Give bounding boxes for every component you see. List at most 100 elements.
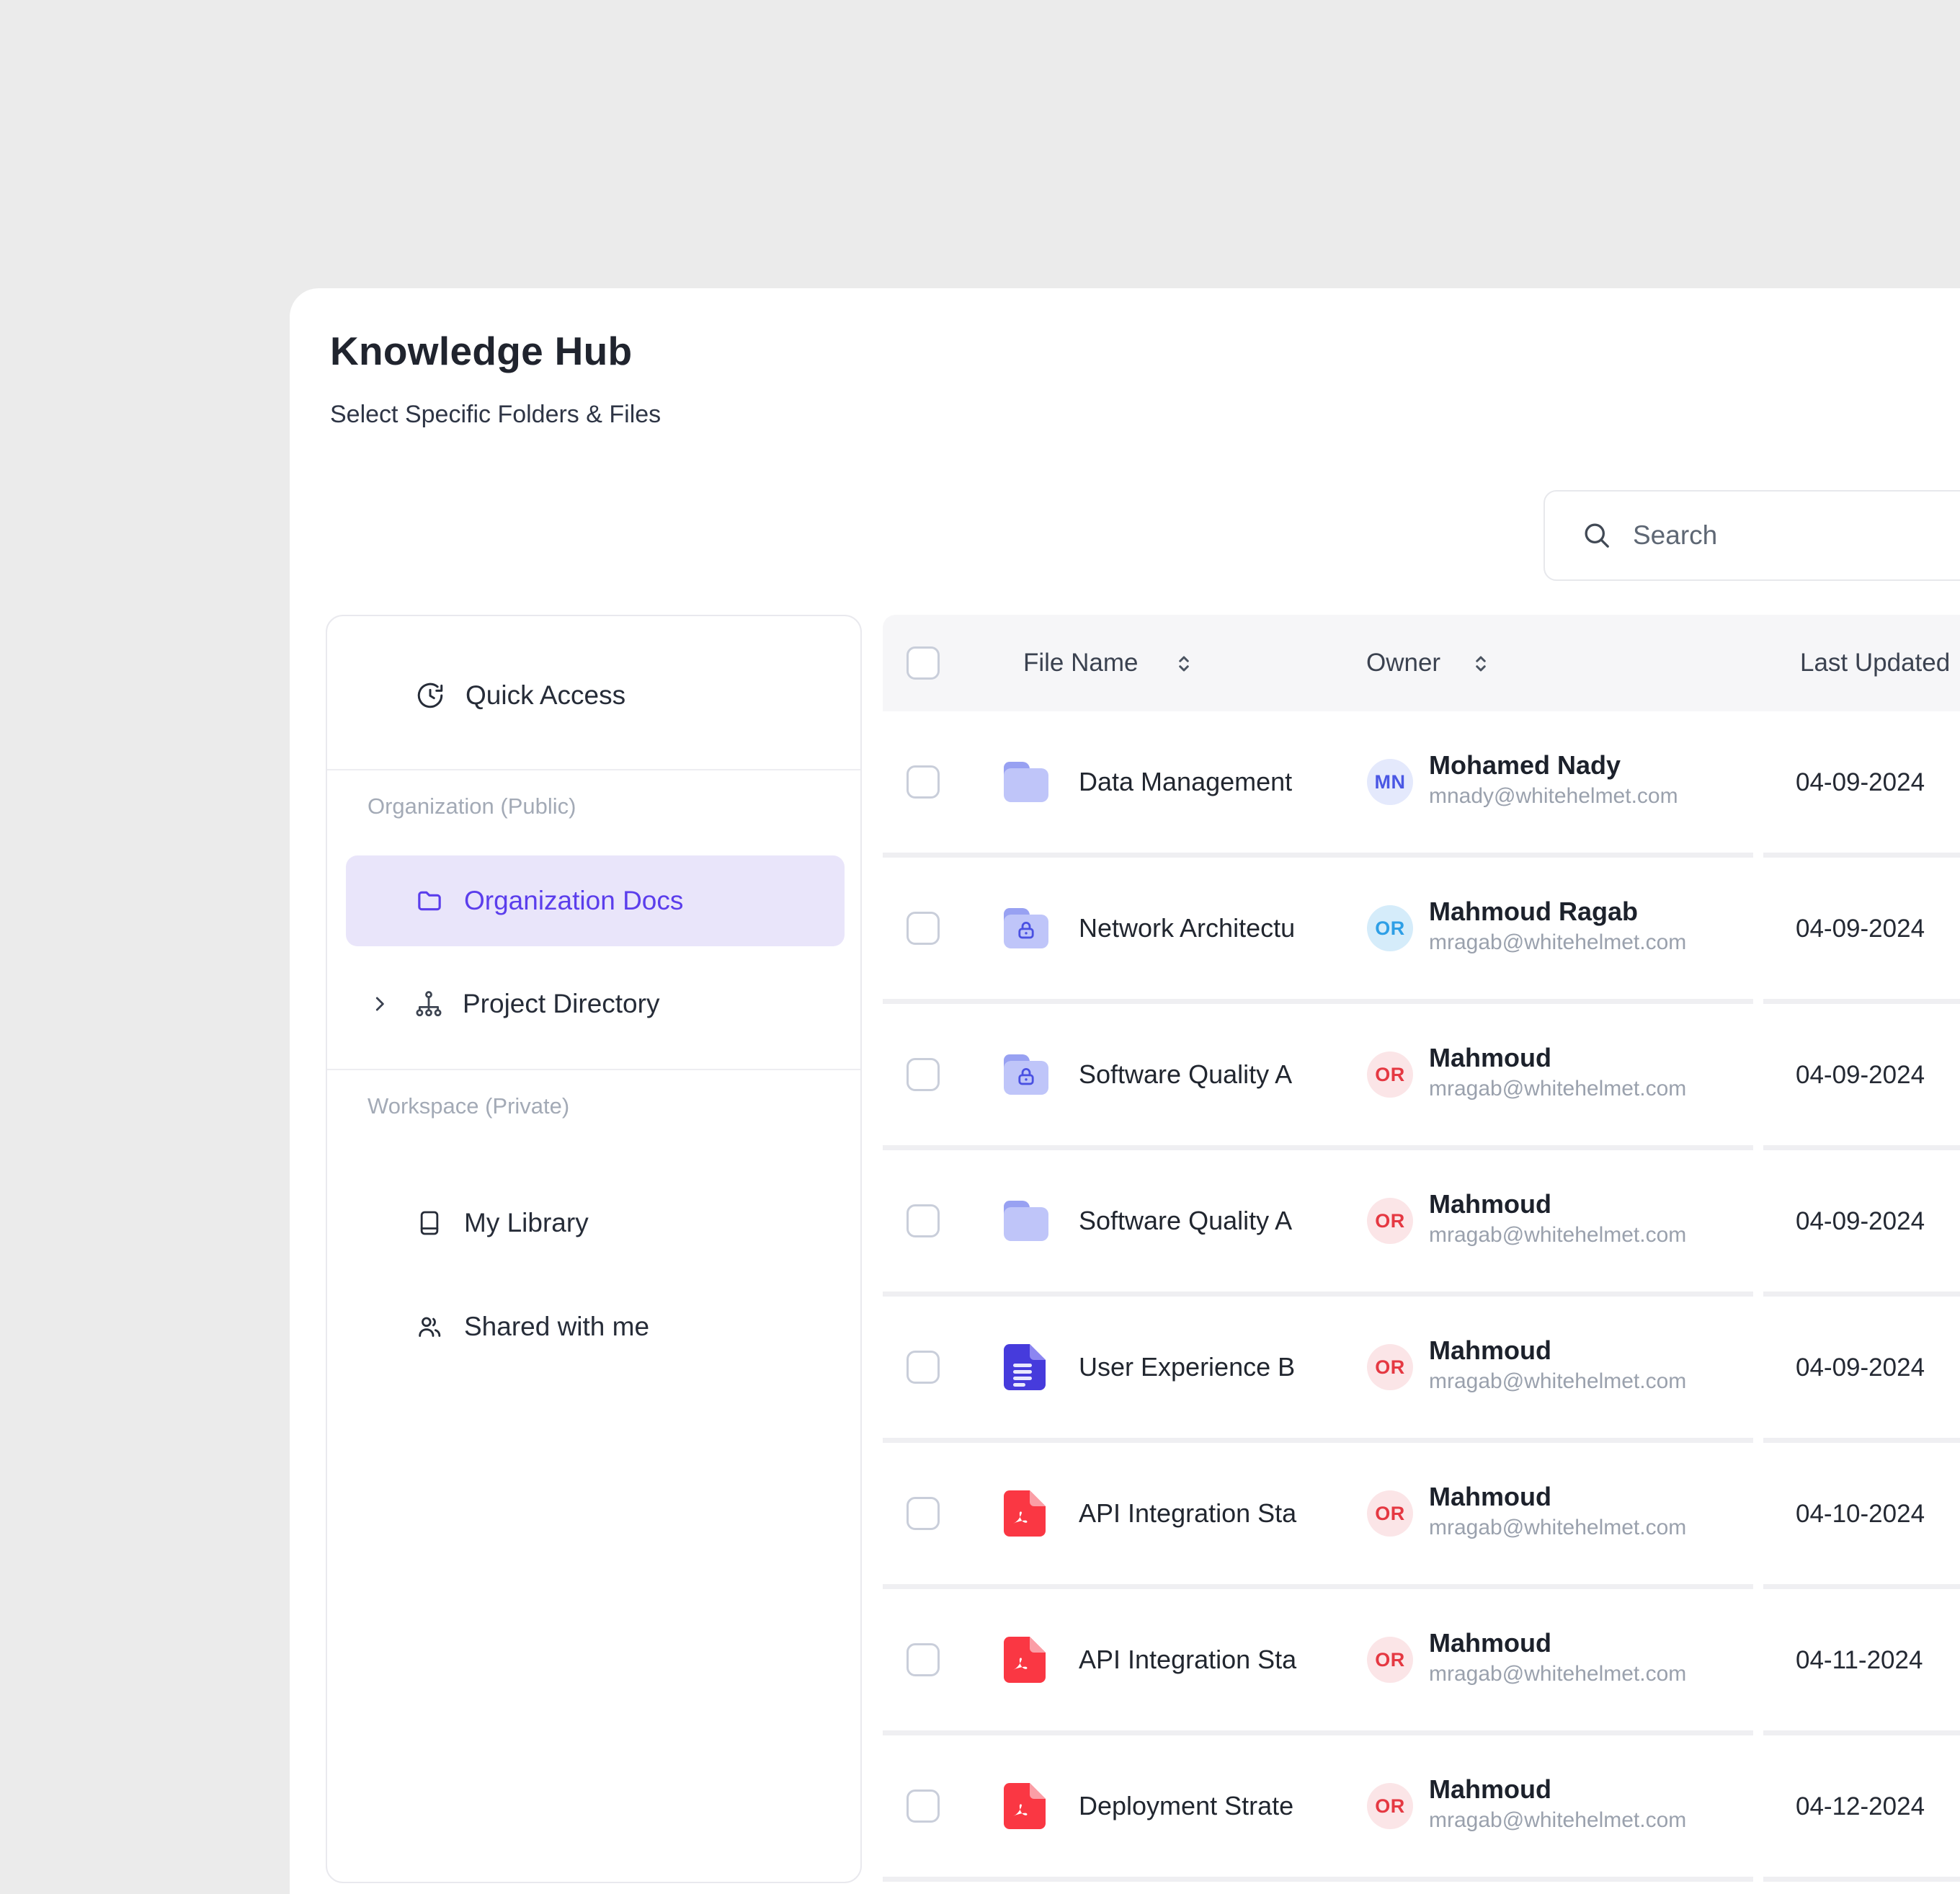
table-row[interactable]: 04-10-2024	[1763, 1443, 1960, 1589]
table-row[interactable]: Network Architectu OR Mahmoud Ragab mrag…	[883, 858, 1753, 1004]
chevron-right-icon[interactable]	[369, 993, 391, 1015]
owner-email: mragab@whitehelmet.com	[1429, 1806, 1686, 1835]
row-checkbox[interactable]	[906, 1643, 940, 1676]
knowledge-hub-screen: Knowledge Hub Select Specific Folders & …	[0, 0, 1960, 1894]
sidebar-item-organization-docs[interactable]: Organization Docs	[346, 855, 845, 946]
table-row[interactable]: API Integration Sta OR Mahmoud mragab@wh…	[883, 1589, 1753, 1735]
row-checkbox[interactable]	[906, 765, 940, 799]
owner-email: mragab@whitehelmet.com	[1429, 928, 1686, 957]
owner-name: Mahmoud Ragab	[1429, 895, 1686, 928]
sidebar-item-label: Quick Access	[466, 680, 625, 711]
search-box[interactable]	[1544, 490, 1960, 581]
avatar: OR	[1367, 1052, 1413, 1098]
table-row[interactable]: 04-09-2024	[1763, 711, 1960, 858]
file-name: API Integration Sta	[1079, 1644, 1361, 1676]
table-row[interactable]: User Experience B OR Mahmoud mragab@whit…	[883, 1297, 1753, 1443]
folder-icon	[1004, 762, 1048, 802]
pdf-file-icon	[1004, 1783, 1046, 1829]
file-name: Network Architectu	[1079, 912, 1361, 944]
pdf-file-icon	[1004, 1637, 1046, 1683]
doc-file-icon	[1004, 1344, 1046, 1390]
row-checkbox[interactable]	[906, 1351, 940, 1384]
file-name: Software Quality A	[1079, 1059, 1361, 1090]
table-row[interactable]: Deployment Strate OR Mahmoud mragab@whit…	[883, 1735, 1753, 1882]
avatar: OR	[1367, 1637, 1413, 1683]
owner-email: mragab@whitehelmet.com	[1429, 1513, 1686, 1542]
owner-email: mragab@whitehelmet.com	[1429, 1367, 1686, 1396]
owner-cell: Mahmoud mragab@whitehelmet.com	[1429, 1480, 1686, 1542]
avatar: OR	[1367, 905, 1413, 951]
avatar: OR	[1367, 1198, 1413, 1244]
avatar: MN	[1367, 759, 1413, 805]
last-updated: 04-09-2024	[1796, 768, 1925, 798]
folder-icon	[1004, 1201, 1048, 1241]
search-input[interactable]	[1631, 520, 1937, 551]
owner-name: Mahmoud	[1429, 1627, 1686, 1660]
page-subtitle: Select Specific Folders & Files	[330, 401, 661, 429]
column-header-owner[interactable]: Owner	[1366, 648, 1440, 678]
owner-cell: Mohamed Nady mnady@whitehelmet.com	[1429, 749, 1678, 811]
sidebar-item-shared-with-me[interactable]: Shared with me	[327, 1289, 860, 1364]
last-updated: 04-09-2024	[1796, 914, 1925, 944]
owner-cell: Mahmoud mragab@whitehelmet.com	[1429, 1041, 1686, 1103]
last-updated: 04-10-2024	[1796, 1499, 1925, 1529]
row-checkbox[interactable]	[906, 1497, 940, 1530]
column-header-file-name[interactable]: File Name	[1023, 648, 1138, 678]
table-row[interactable]: Software Quality A OR Mahmoud mragab@whi…	[883, 1150, 1753, 1297]
owner-cell: Mahmoud mragab@whitehelmet.com	[1429, 1334, 1686, 1396]
row-checkbox[interactable]	[906, 1204, 940, 1237]
table-row[interactable]: 04-09-2024	[1763, 1150, 1960, 1297]
table-row[interactable]: Software Quality A OR Mahmoud mragab@whi…	[883, 1004, 1753, 1150]
last-updated: 04-12-2024	[1796, 1792, 1925, 1822]
file-name: Deployment Strate	[1079, 1790, 1361, 1822]
file-name: Software Quality A	[1079, 1205, 1361, 1237]
last-updated: 04-09-2024	[1796, 1060, 1925, 1090]
sidebar-item-my-library[interactable]: My Library	[327, 1186, 860, 1261]
sidebar-item-quick-access[interactable]: Quick Access	[327, 658, 860, 733]
avatar: OR	[1367, 1783, 1413, 1829]
last-updated: 04-09-2024	[1796, 1353, 1925, 1383]
owner-email: mnady@whitehelmet.com	[1429, 782, 1678, 811]
table-row[interactable]: Data Management MN Mohamed Nady mnady@wh…	[883, 711, 1753, 858]
owner-email: mragab@whitehelmet.com	[1429, 1075, 1686, 1103]
search-icon	[1581, 520, 1613, 551]
owner-cell: Mahmoud mragab@whitehelmet.com	[1429, 1773, 1686, 1835]
table-body: Data Management MN Mohamed Nady mnady@wh…	[883, 711, 1753, 1882]
hierarchy-icon	[414, 989, 444, 1019]
folder-outline-icon	[415, 886, 444, 915]
table-row[interactable]: API Integration Sta OR Mahmoud mragab@wh…	[883, 1443, 1753, 1589]
sidebar-item-project-directory[interactable]: Project Directory	[327, 966, 860, 1041]
sidebar-item-label: Shared with me	[464, 1312, 649, 1342]
owner-cell: Mahmoud mragab@whitehelmet.com	[1429, 1627, 1686, 1689]
table-row[interactable]: 04-11-2024	[1763, 1589, 1960, 1735]
row-checkbox[interactable]	[906, 1789, 940, 1823]
avatar: OR	[1367, 1490, 1413, 1537]
file-name: User Experience B	[1079, 1351, 1361, 1383]
select-all-checkbox[interactable]	[906, 646, 940, 680]
row-checkbox[interactable]	[906, 912, 940, 945]
owner-cell: Mahmoud mragab@whitehelmet.com	[1429, 1188, 1686, 1250]
file-name: Data Management	[1079, 766, 1361, 798]
row-checkbox[interactable]	[906, 1058, 940, 1091]
page-title: Knowledge Hub	[330, 328, 632, 374]
owner-name: Mahmoud	[1429, 1188, 1686, 1221]
owner-name: Mohamed Nady	[1429, 749, 1678, 782]
sort-icon[interactable]	[1468, 651, 1494, 680]
sort-icon[interactable]	[1171, 651, 1197, 680]
table-row[interactable]: 04-09-2024	[1763, 858, 1960, 1004]
last-updated: 04-09-2024	[1796, 1206, 1925, 1237]
avatar: OR	[1367, 1344, 1413, 1390]
column-header-last-updated[interactable]: Last Updated	[1800, 648, 1950, 678]
table-row[interactable]: 04-09-2024	[1763, 1004, 1960, 1150]
sidebar-divider	[327, 1069, 860, 1070]
sidebar: Quick Access Organization (Public) Organ…	[326, 615, 862, 1883]
sidebar-section-label-organization: Organization (Public)	[368, 793, 576, 819]
table-date-column: 04-09-2024 04-09-2024 04-09-2024 04-09-2…	[1763, 711, 1960, 1882]
clock-history-icon	[415, 680, 445, 711]
table-row[interactable]: 04-09-2024	[1763, 1297, 1960, 1443]
owner-name: Mahmoud	[1429, 1773, 1686, 1806]
table-row[interactable]: 04-12-2024	[1763, 1735, 1960, 1882]
owner-name: Mahmoud	[1429, 1041, 1686, 1075]
owner-cell: Mahmoud Ragab mragab@whitehelmet.com	[1429, 895, 1686, 957]
owner-name: Mahmoud	[1429, 1334, 1686, 1367]
